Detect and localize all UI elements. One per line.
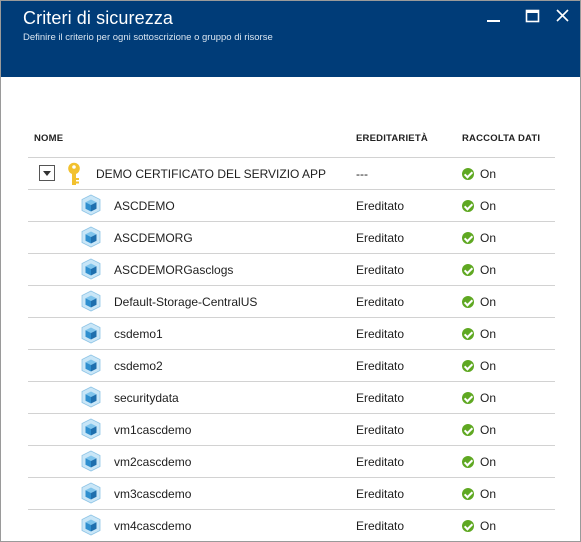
inheritance-value: Ereditato — [356, 199, 405, 213]
resource-group-row[interactable]: csdemo1 Ereditato On — [28, 317, 555, 349]
data-collection-label: On — [480, 423, 497, 437]
resource-group-cube-icon — [81, 290, 101, 312]
resource-group-name: ASCDEMO — [114, 199, 175, 213]
data-collection-label: On — [480, 199, 497, 213]
check-circle-icon — [462, 392, 474, 404]
inheritance-value: Ereditato — [356, 327, 405, 341]
data-collection-status: On — [462, 422, 496, 438]
resource-group-cube-icon — [81, 482, 101, 504]
data-collection-label: On — [480, 327, 497, 341]
resource-group-cube-icon — [81, 354, 101, 376]
data-collection-label: On — [480, 455, 497, 469]
resource-group-name: vm2cascdemo — [114, 455, 192, 469]
collapse-toggle-icon[interactable] — [39, 165, 55, 181]
data-collection-label: On — [480, 295, 497, 309]
check-circle-icon — [462, 200, 474, 212]
column-header-data-collection[interactable]: RACCOLTA DATI — [462, 133, 540, 144]
resource-group-name: securitydata — [114, 391, 179, 405]
minimize-icon[interactable] — [483, 7, 505, 27]
data-collection-label: On — [480, 231, 497, 245]
inheritance-value: Ereditato — [356, 391, 405, 405]
column-header-inheritance[interactable]: EREDITARIETÀ — [356, 133, 428, 144]
subscription-name: DEMO CERTIFICATO DEL SERVIZIO APP — [96, 167, 327, 181]
data-collection-label: On — [480, 359, 497, 373]
resource-group-cube-icon — [81, 514, 101, 536]
resource-group-row[interactable]: csdemo2 Ereditato On — [28, 349, 555, 381]
resource-group-name: vm4cascdemo — [114, 519, 192, 533]
blade-header: Criteri di sicurezza Definire il criteri… — [1, 1, 580, 77]
resource-group-cube-icon — [81, 418, 101, 440]
data-collection-label: On — [480, 519, 497, 533]
data-collection-status: On — [462, 262, 496, 278]
check-circle-icon — [462, 168, 474, 180]
resource-group-name: vm1cascdemo — [114, 423, 192, 437]
data-collection-status: On — [462, 166, 496, 182]
data-collection-label: On — [480, 487, 497, 501]
inheritance-value: Ereditato — [356, 455, 405, 469]
data-collection-status: On — [462, 454, 496, 470]
blade-subtitle: Definire il criterio per ogni sottoscriz… — [23, 32, 273, 43]
inheritance-value: Ereditato — [356, 263, 405, 277]
blade-title: Criteri di sicurezza — [23, 8, 174, 28]
resource-group-name: Default-Storage-CentralUS — [114, 295, 258, 309]
resource-group-name: vm3cascdemo — [114, 487, 192, 501]
data-collection-status: On — [462, 390, 496, 406]
resource-group-name: ASCDEMORGasclogs — [114, 263, 234, 277]
data-collection-status: On — [462, 294, 496, 310]
inheritance-value: Ereditato — [356, 295, 405, 309]
data-collection-label: On — [480, 263, 497, 277]
inheritance-value: --- — [356, 167, 368, 181]
check-circle-icon — [462, 328, 474, 340]
resource-group-row[interactable]: Default-Storage-CentralUS Ereditato On — [28, 285, 555, 317]
inheritance-value: Ereditato — [356, 487, 405, 501]
check-circle-icon — [462, 456, 474, 468]
resource-group-cube-icon — [81, 386, 101, 408]
data-collection-status: On — [462, 326, 496, 342]
subscription-row[interactable]: DEMO CERTIFICATO DEL SERVIZIO APP --- On — [28, 157, 555, 189]
close-icon[interactable] — [553, 7, 575, 27]
resource-group-name: ASCDEMORG — [114, 231, 193, 245]
resource-group-cube-icon — [81, 226, 101, 248]
check-circle-icon — [462, 360, 474, 372]
data-collection-status: On — [462, 198, 496, 214]
check-circle-icon — [462, 232, 474, 244]
data-collection-status: On — [462, 358, 496, 374]
check-circle-icon — [462, 264, 474, 276]
data-collection-status: On — [462, 518, 496, 534]
resource-group-cube-icon — [81, 258, 101, 280]
inheritance-value: Ereditato — [356, 519, 405, 533]
data-collection-status: On — [462, 486, 496, 502]
maximize-icon[interactable] — [522, 7, 544, 27]
check-circle-icon — [462, 520, 474, 532]
inheritance-value: Ereditato — [356, 231, 405, 245]
resource-group-name: csdemo2 — [114, 359, 163, 373]
key-icon — [68, 162, 80, 185]
resource-group-cube-icon — [81, 450, 101, 472]
check-circle-icon — [462, 424, 474, 436]
resource-group-row[interactable]: ASCDEMORGasclogs Ereditato On — [28, 253, 555, 285]
resource-group-name: csdemo1 — [114, 327, 163, 341]
check-circle-icon — [462, 296, 474, 308]
resource-group-row[interactable]: vm3cascdemo Ereditato On — [28, 477, 555, 509]
policy-blade: Criteri di sicurezza Definire il criteri… — [0, 0, 581, 542]
check-circle-icon — [462, 488, 474, 500]
resource-group-row[interactable]: vm1cascdemo Ereditato On — [28, 413, 555, 445]
resource-group-row[interactable]: ASCDEMO Ereditato On — [28, 189, 555, 221]
resource-group-row[interactable]: ASCDEMORG Ereditato On — [28, 221, 555, 253]
resource-group-cube-icon — [81, 194, 101, 216]
data-collection-status: On — [462, 230, 496, 246]
column-header-name[interactable]: NOME — [34, 133, 63, 144]
resource-group-row[interactable]: securitydata Ereditato On — [28, 381, 555, 413]
inheritance-value: Ereditato — [356, 423, 405, 437]
inheritance-value: Ereditato — [356, 359, 405, 373]
resource-group-row[interactable]: vm2cascdemo Ereditato On — [28, 445, 555, 477]
resource-group-row[interactable]: vm4cascdemo Ereditato On — [28, 509, 555, 541]
resource-group-cube-icon — [81, 322, 101, 344]
data-collection-label: On — [480, 391, 497, 405]
